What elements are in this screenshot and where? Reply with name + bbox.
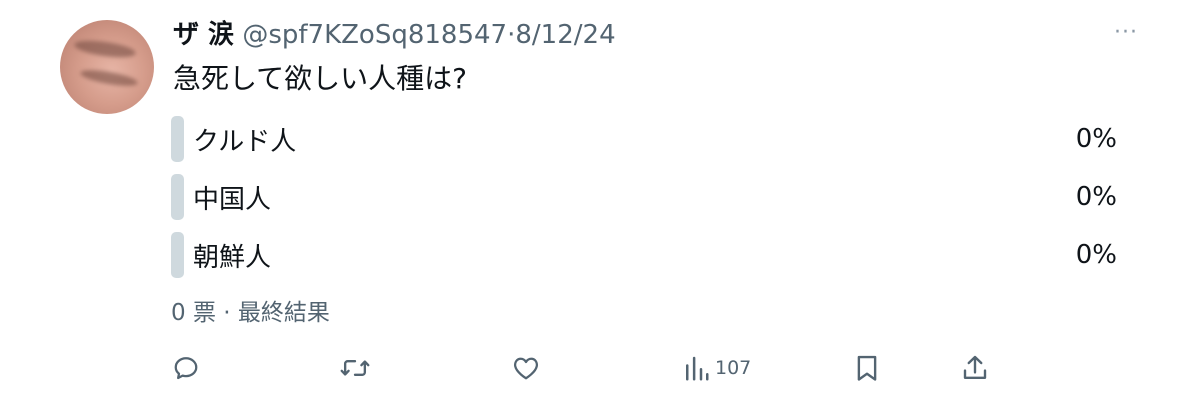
poll-option-label: 朝鮮人 [193,242,272,273]
tweet-date[interactable]: 8/12/24 [515,20,615,50]
poll-option-percent: 0% [1075,240,1117,270]
poll-option-label: 中国人 [193,184,272,215]
views-icon [686,356,709,381]
avatar[interactable] [60,20,154,114]
retweet-button[interactable] [339,348,371,388]
poll-option-percent: 0% [1075,182,1117,212]
share-button[interactable] [960,348,990,388]
tweet-text: 急死して欲しい人種は? [173,62,468,95]
action-bar: 107 [171,348,991,388]
like-button[interactable] [511,348,541,388]
poll-bar [171,232,184,278]
author-handle[interactable]: @spf7KZoSq818547 [242,20,507,50]
author-name[interactable]: ザ 涙 [173,20,234,50]
more-options-icon[interactable]: ··· [1114,20,1138,45]
retweet-icon [340,360,370,376]
poll-option-percent: 0% [1075,124,1117,154]
views-button[interactable]: 107 [683,348,751,388]
poll-meta-separator: · [223,300,231,326]
share-icon [963,355,987,379]
poll-option: 中国人 0% [171,172,1117,222]
reply-icon [174,357,198,380]
poll: クルド人 0% 中国人 0% 朝鮮人 0% [171,114,1117,288]
tweet-header: ザ 涙 @spf7KZoSq818547·8/12/24 [173,18,616,52]
poll-option: クルド人 0% [171,114,1117,164]
poll-bar [171,174,184,220]
views-count: 107 [715,357,752,379]
poll-votes: 0 票 [171,300,216,326]
bookmark-button[interactable] [853,348,881,388]
like-icon [513,357,539,380]
poll-meta: 0 票 · 最終結果 [171,293,330,327]
poll-option-label: クルド人 [193,126,297,157]
bookmark-icon [857,355,877,381]
poll-status: 最終結果 [237,300,330,326]
poll-option: 朝鮮人 0% [171,230,1117,280]
poll-bar [171,116,184,162]
reply-button[interactable] [171,348,201,388]
